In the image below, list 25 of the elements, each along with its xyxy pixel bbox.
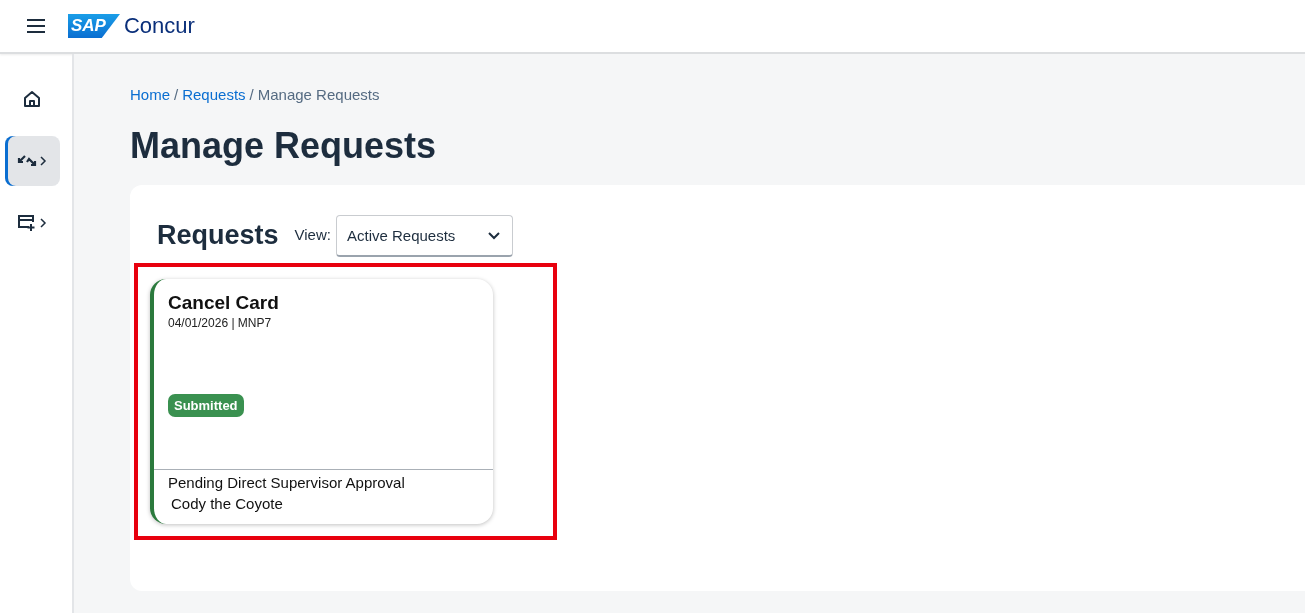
- chevron-right-icon: [40, 218, 47, 228]
- page-title: Manage Requests: [130, 125, 438, 167]
- card-meta: 04/01/2026 | MNP7: [168, 316, 273, 330]
- logo-badge: SAP: [68, 14, 120, 38]
- status-badge: Submitted: [168, 394, 244, 417]
- view-label: View:: [294, 226, 331, 243]
- card-plus-icon: [17, 214, 37, 232]
- home-icon: [22, 89, 42, 109]
- breadcrumb-link[interactable]: Home: [130, 86, 170, 103]
- approval-status: Pending Direct Supervisor Approval: [168, 474, 406, 491]
- panel-heading: Requests: [157, 220, 279, 251]
- breadcrumb-separator: /: [249, 86, 254, 103]
- view-dropdown[interactable]: Active Requests: [335, 215, 513, 257]
- breadcrumb-link[interactable]: Requests: [182, 86, 246, 103]
- chevron-down-icon: [487, 231, 500, 240]
- current-page-label: Manage Requests: [257, 86, 380, 103]
- approver-name: Cody the Coyote: [170, 495, 284, 512]
- request-card[interactable]: Cancel Card 04/01/2026 | MNP7 Submitted Pending Direct Supervisor Approval Cody the Coyote: [150, 279, 493, 524]
- logo-text: Concur: [123, 13, 195, 39]
- breadcrumb-separator: /: [174, 86, 179, 103]
- arrows-icon: [17, 153, 37, 169]
- sidebar-item[interactable]: [4, 136, 60, 186]
- menu-icon[interactable]: [26, 18, 46, 34]
- chevron-right-icon: [40, 156, 47, 166]
- card-title: Cancel Card: [168, 292, 280, 314]
